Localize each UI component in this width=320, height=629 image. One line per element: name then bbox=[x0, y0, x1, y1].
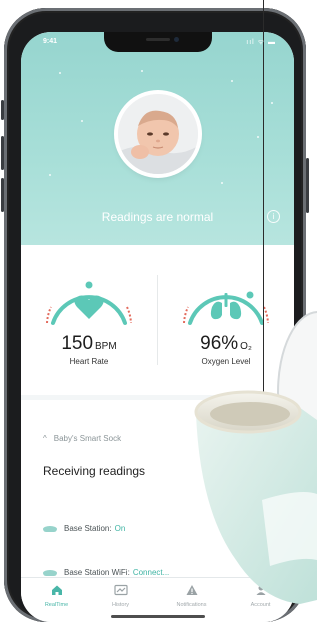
wifi-station-icon bbox=[43, 569, 57, 576]
heart-rate-gauge bbox=[46, 281, 132, 325]
app-screen: 9:41 ııl ᯤ ▬ Readings are normal i 150 B… bbox=[21, 32, 294, 622]
base-station-value: On bbox=[114, 524, 126, 533]
history-icon bbox=[93, 584, 148, 598]
volume-up-button bbox=[1, 136, 4, 170]
account-icon bbox=[233, 584, 288, 598]
heart-rate-value: 150 BPM bbox=[61, 333, 117, 354]
base-station-wifi-row: Base Station WiFi: Connect... bbox=[43, 568, 169, 577]
heart-rate-label: Heart Rate bbox=[69, 357, 109, 366]
cable-line bbox=[263, 0, 264, 488]
silent-switch bbox=[1, 100, 4, 120]
home-indicator bbox=[111, 615, 205, 618]
metrics-section: 150 BPM Heart Rate 96% O₂ Oxygen Level bbox=[21, 245, 294, 395]
base-station-icon bbox=[43, 525, 57, 532]
info-icon[interactable]: i bbox=[267, 210, 280, 223]
sock-section-header[interactable]: ^ Baby's Smart Sock bbox=[43, 434, 121, 443]
oxygen-card[interactable]: 96% O₂ Oxygen Level bbox=[158, 245, 294, 395]
baby-avatar[interactable] bbox=[118, 94, 198, 174]
phone-frame: 9:41 ııl ᯤ ▬ Readings are normal i 150 B… bbox=[1, 8, 309, 622]
tab-realtime[interactable]: RealTime bbox=[29, 584, 84, 608]
alert-icon bbox=[164, 584, 219, 598]
wifi-station-value: Connect... bbox=[132, 568, 170, 577]
heart-rate-card[interactable]: 150 BPM Heart Rate bbox=[21, 245, 157, 395]
tab-bar: RealTime History Notifications Account bbox=[21, 577, 294, 622]
chevron-up-icon: ^ bbox=[43, 434, 47, 443]
status-time: 9:41 bbox=[43, 38, 58, 45]
sock-section-title: Baby's Smart Sock bbox=[53, 434, 122, 443]
receiving-status: Receiving readings bbox=[43, 464, 146, 478]
hero-header: Readings are normal i bbox=[21, 32, 294, 245]
readings-status: Readings are normal bbox=[101, 210, 214, 224]
volume-down-button bbox=[1, 178, 4, 212]
tab-history[interactable]: History bbox=[93, 584, 148, 608]
base-station-row: Base Station: On bbox=[43, 524, 125, 533]
sock-section: ^ Baby's Smart Sock Receiving readings Ba… bbox=[21, 400, 294, 590]
oxygen-value: 96% O₂ bbox=[200, 333, 252, 354]
oxygen-label: Oxygen Level bbox=[201, 357, 251, 366]
oxygen-gauge bbox=[183, 291, 269, 325]
tab-account[interactable]: Account bbox=[233, 584, 288, 608]
power-button bbox=[306, 158, 309, 213]
status-icons: ııl ᯤ ▬ bbox=[246, 39, 276, 46]
status-bar: 9:41 ııl ᯤ ▬ bbox=[43, 37, 276, 49]
home-icon bbox=[29, 584, 84, 598]
tab-notifications[interactable]: Notifications bbox=[164, 584, 219, 608]
